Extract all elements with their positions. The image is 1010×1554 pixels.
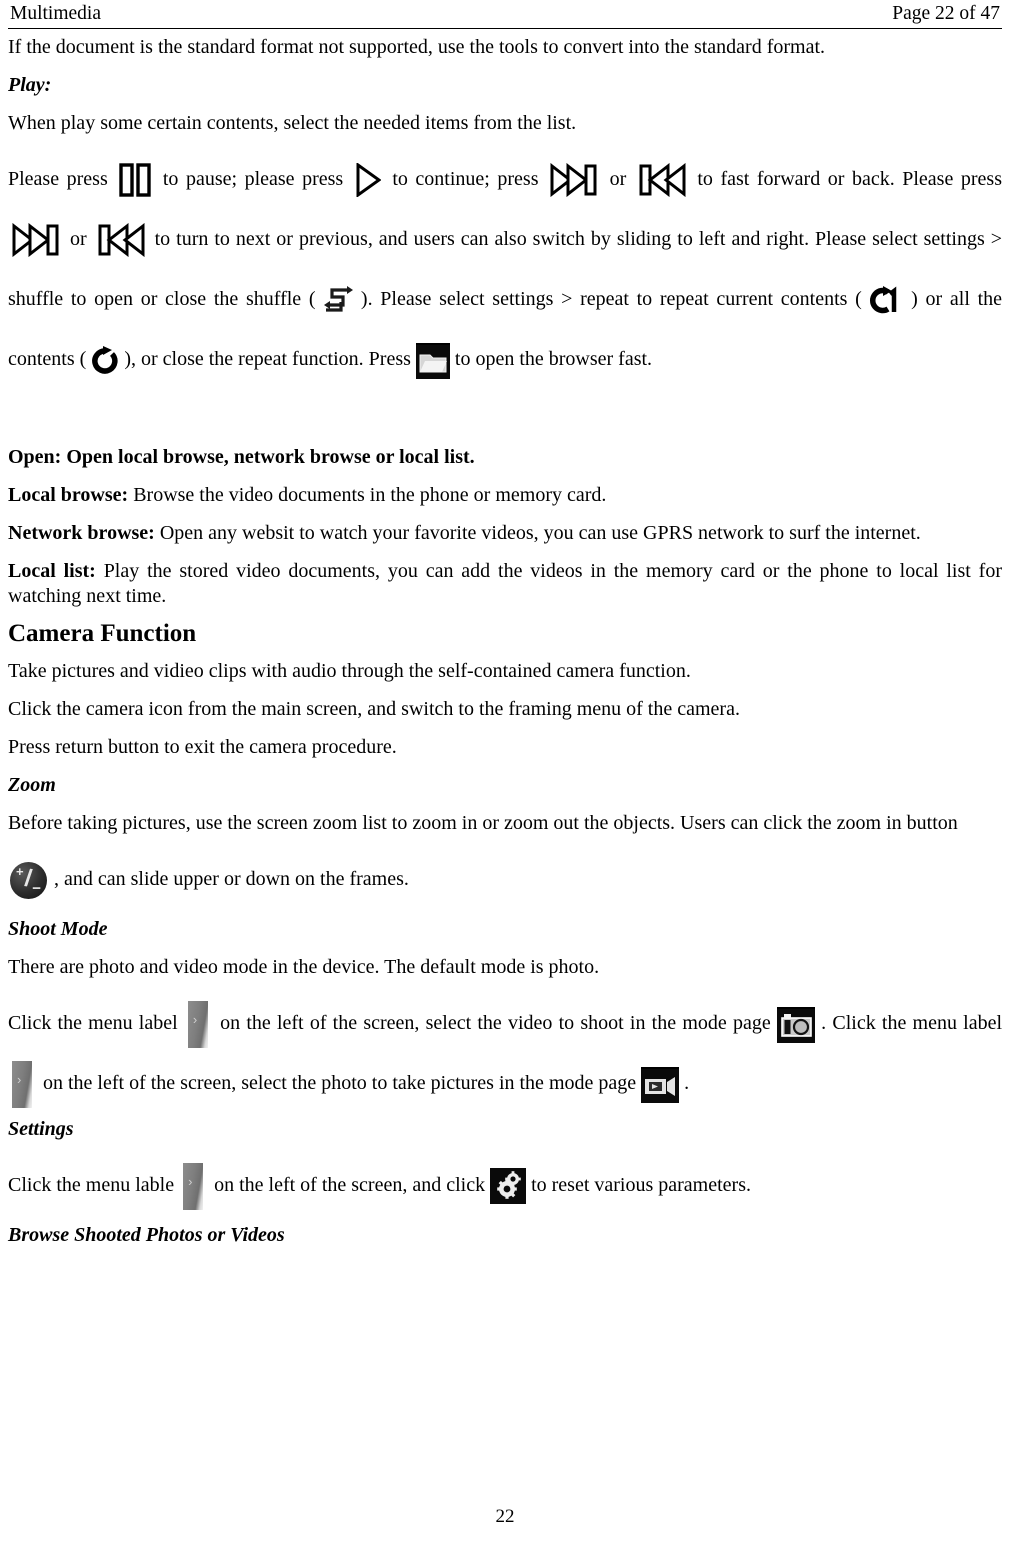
camera-paragraph-3: Press return button to exit the camera p… (8, 736, 397, 758)
menu-label-chevron-tab-icon-2: › (12, 1060, 32, 1108)
local-list-paragraph: Local list: Play the stored video docume… (8, 559, 1002, 609)
menu-label-chevron-tab-icon: › (187, 1000, 208, 1048)
settings-paragraph: Click the menu lable › on the left of th… (8, 1155, 1002, 1215)
settings-seg-b: on the left of the screen, and click (214, 1174, 486, 1196)
intro-paragraph: If the document is the standard format n… (8, 36, 826, 58)
play-instr-segment-11: to open the browser fast. (454, 348, 653, 370)
fast-forward-icon (550, 163, 598, 198)
shuffle-icon (323, 285, 354, 315)
shoot-paragraph-1: There are photo and video mode in the de… (8, 956, 600, 978)
video-camera-mode-icon (641, 1067, 680, 1104)
local-browse-paragraph: Local browse: Browse the video documents… (8, 483, 1002, 508)
play-instr-segment-6: or (69, 228, 87, 250)
photo-camera-mode-icon (776, 1007, 815, 1044)
plus-glyph: + (16, 863, 24, 879)
browse-shooted-heading: Browse Shooted Photos or Videos (8, 1224, 285, 1246)
play-instructions-paragraph: Please press to pause; please press to c… (8, 149, 1002, 389)
rewind-icon-2 (97, 223, 145, 258)
rewind-icon (638, 163, 686, 198)
zoom-paragraph-top: Before taking pictures, use the screen z… (8, 812, 958, 834)
settings-seg-a: Click the menu lable (8, 1174, 175, 1196)
settings-gear-icon (490, 1168, 527, 1205)
local-list-label: Local list: (8, 560, 96, 582)
zoom-in-out-button-icon: + / − (10, 861, 47, 899)
folder-browser-icon (415, 343, 450, 380)
pause-icon (119, 163, 151, 198)
camera-paragraph-2: Click the camera icon from the main scre… (8, 698, 740, 720)
play-instr-segment-10: ), or close the repeat function. Press (124, 348, 411, 370)
repeat-all-icon (91, 345, 119, 375)
document-page: Multimedia Page 22 of 47 If the document… (0, 0, 1010, 1554)
camera-function-heading: Camera Function (8, 620, 197, 647)
play-instr-segment-2: to pause; please press (162, 168, 344, 190)
network-browse-label: Network browse: (8, 522, 155, 544)
shoot-seg-b: on the left of the screen, select the vi… (220, 1012, 771, 1034)
zoom-heading: Zoom (8, 774, 56, 796)
camera-paragraph-1: Take pictures and vidieo clips with audi… (8, 660, 691, 682)
network-browse-text: Open any websit to watch your favorite v… (159, 522, 921, 544)
open-heading: Open: Open local browse, network browse … (8, 446, 475, 468)
play-icon (355, 163, 381, 198)
local-browse-label: Local browse: (8, 484, 129, 506)
minus-glyph: − (32, 879, 41, 897)
shoot-seg-d: on the left of the screen, select the ph… (43, 1072, 637, 1094)
footer-page-number: 22 (495, 1506, 515, 1527)
header-chapter-title: Multimedia (10, 3, 101, 24)
chevron-right-icon-3: › (188, 1173, 193, 1189)
header-page-indicator: Page 22 of 47 (892, 3, 1000, 24)
shoot-seg-e: . (684, 1072, 690, 1094)
shoot-mode-heading: Shoot Mode (8, 918, 108, 940)
chevron-right-icon-2: › (17, 1071, 22, 1087)
shoot-seg-a: Click the menu label (8, 1012, 178, 1034)
zoom-paragraph-tail: , and can slide upper or down on the fra… (54, 868, 409, 890)
shoot-seg-c: . Click the menu label (821, 1012, 1003, 1034)
shoot-paragraph-2: Click the menu label › on the left of th… (8, 993, 1002, 1113)
play-instr-segment-4: or (609, 168, 627, 190)
settings-heading: Settings (8, 1118, 74, 1140)
play-instr-segment-8: ). Please select settings > repeat to re… (360, 288, 862, 310)
running-header: Multimedia Page 22 of 47 (8, 0, 1002, 28)
header-divider-rule (8, 28, 1002, 29)
repeat-one-icon (869, 285, 903, 315)
zoom-paragraph-bottom: + / − , and can slide upper or down on t… (8, 849, 1002, 909)
chevron-right-icon: › (192, 1011, 198, 1027)
play-instr-segment-1: Please press (8, 168, 108, 190)
play-intro-paragraph: When play some certain contents, select … (8, 112, 577, 134)
local-list-text: Play the stored video documents, you can… (8, 560, 1002, 607)
fast-forward-icon-2 (12, 223, 60, 258)
play-instr-segment-5: to fast forward or back. Please press (697, 168, 1002, 190)
network-browse-paragraph: Network browse: Open any websit to watch… (8, 521, 1002, 546)
play-instr-segment-3: to continue; press (392, 168, 539, 190)
settings-seg-c: to reset various parameters. (531, 1174, 751, 1196)
play-heading: Play: (8, 74, 52, 96)
local-browse-text: Browse the video documents in the phone … (133, 484, 607, 506)
menu-label-chevron-tab-icon-3: › (183, 1162, 204, 1210)
